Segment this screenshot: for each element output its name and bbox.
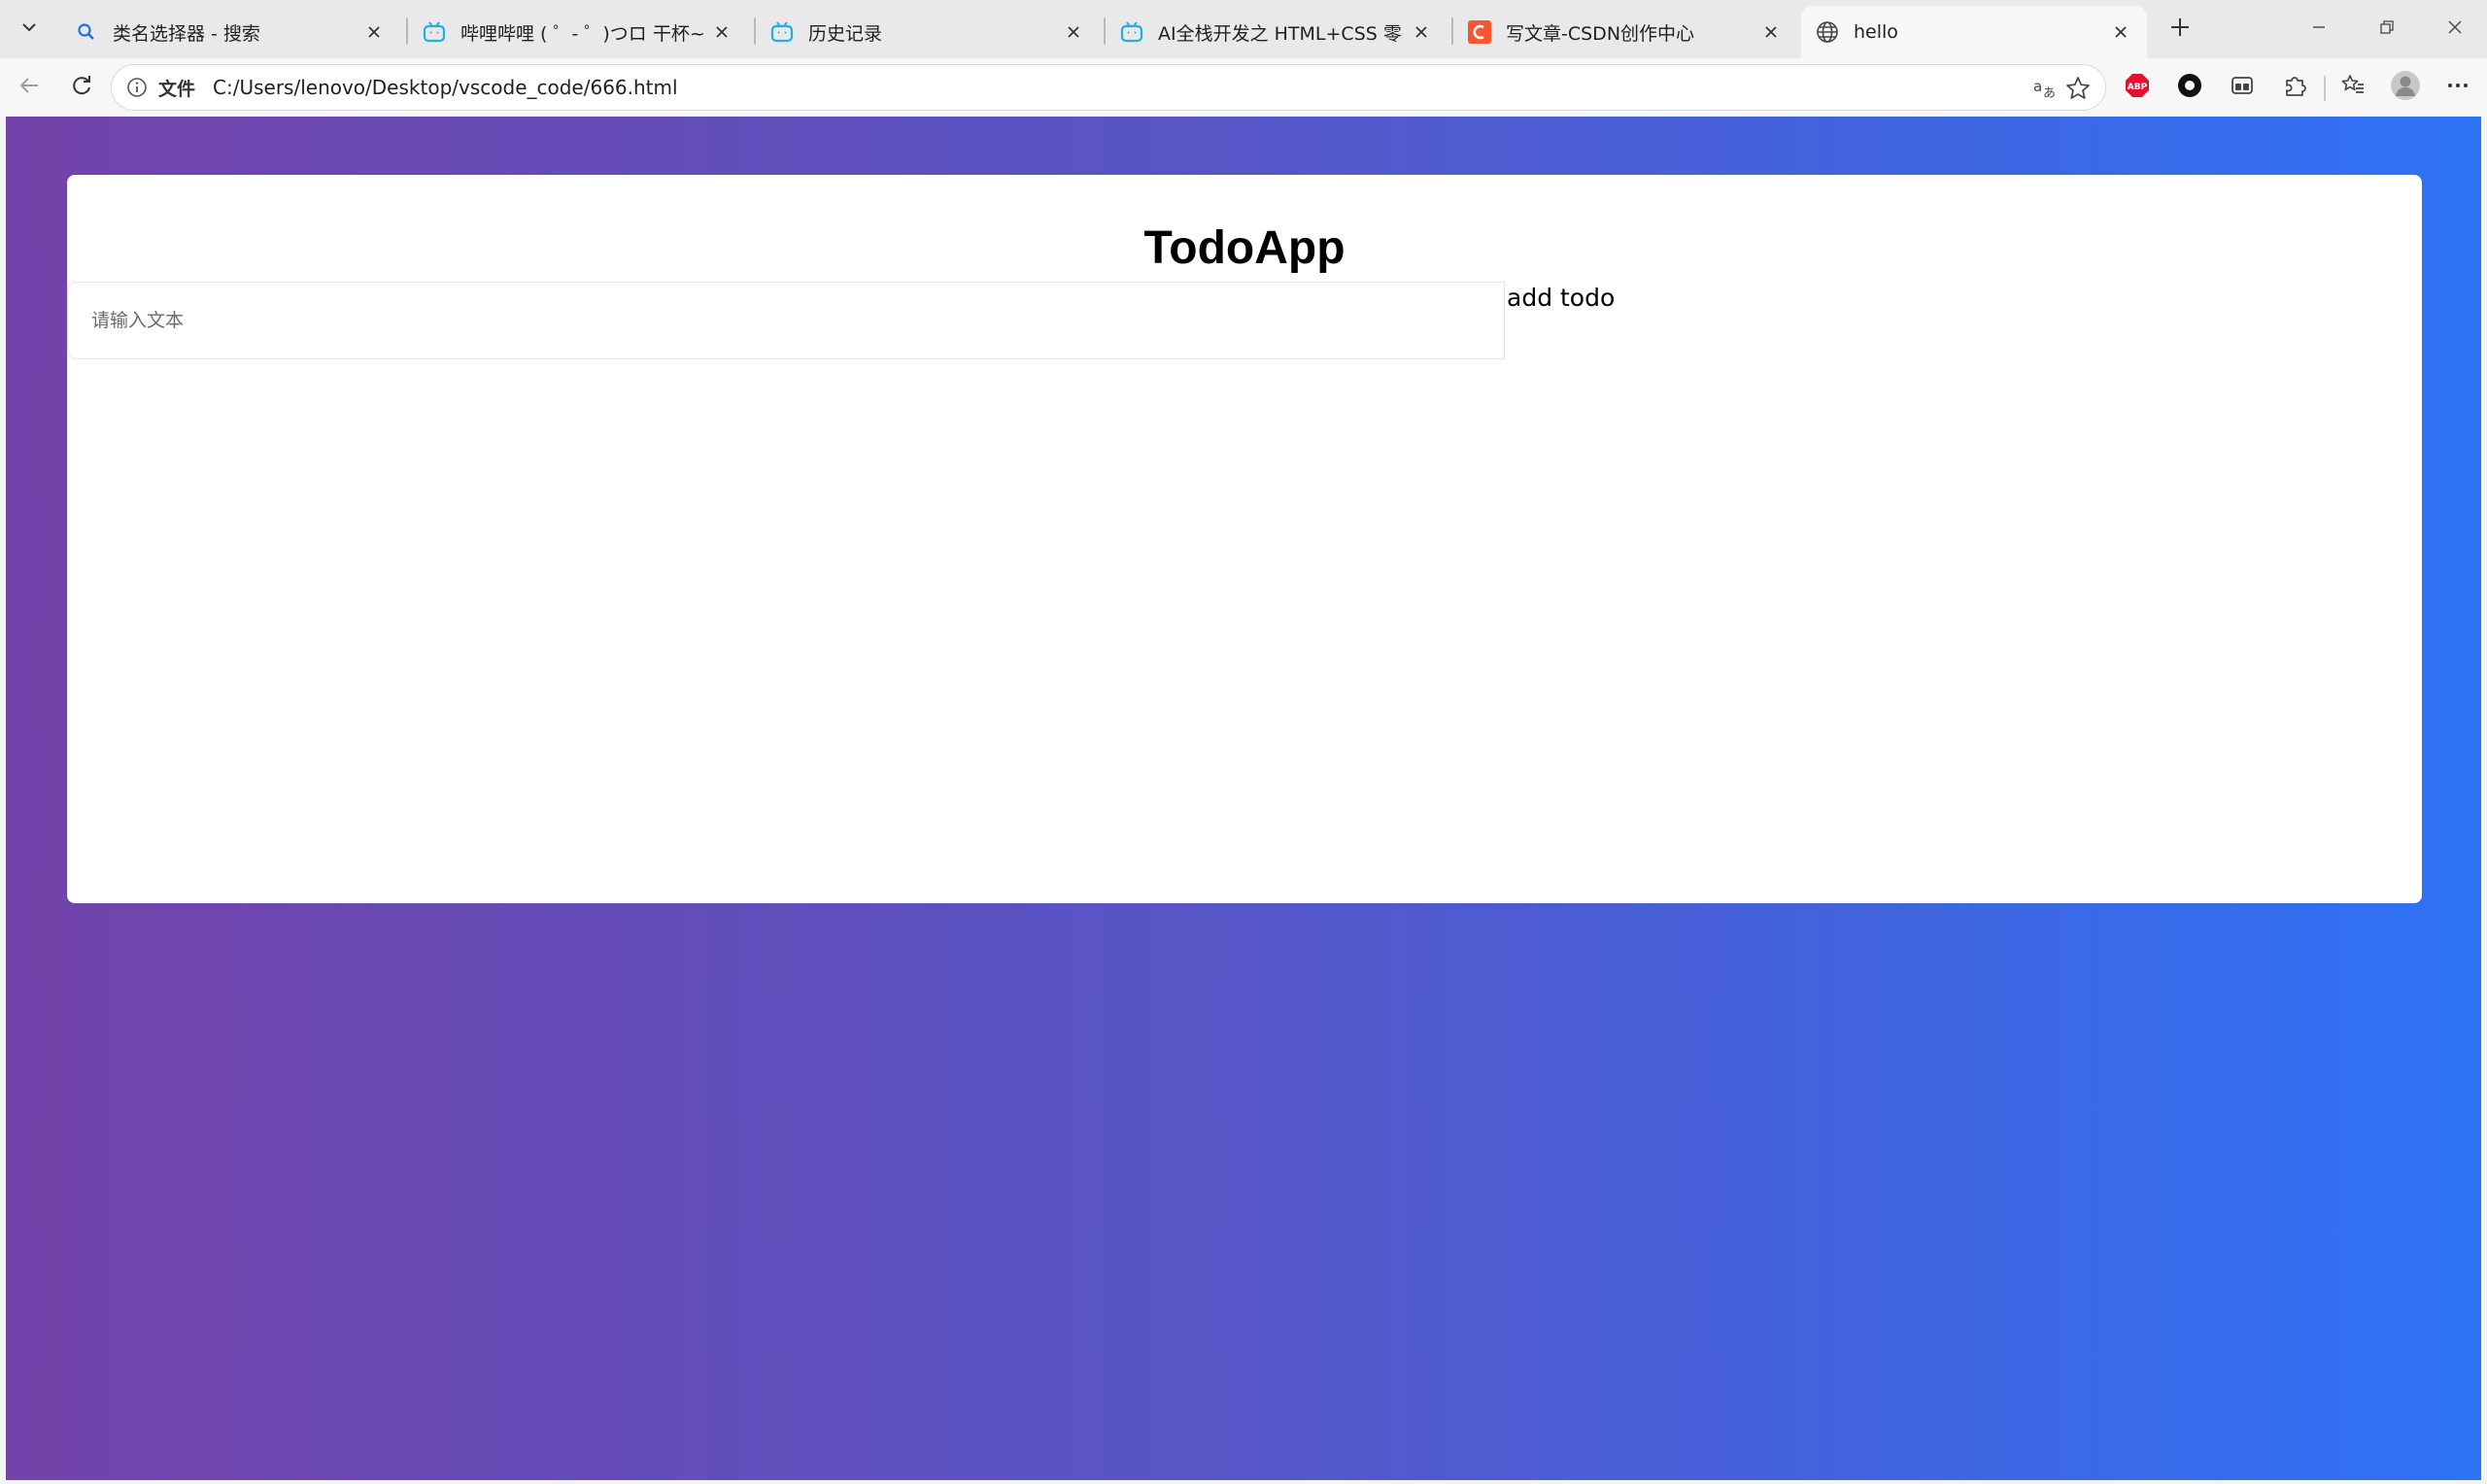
close-icon[interactable]	[361, 19, 387, 45]
browser-toolbar: 文件 C:/Users/lenovo/Desktop/vscode_code/6…	[0, 58, 2487, 117]
back-button[interactable]	[10, 68, 49, 107]
toolbar-divider	[2324, 76, 2326, 101]
url-scheme-label: 文件	[158, 78, 196, 100]
close-icon[interactable]	[1061, 19, 1086, 45]
new-tab-button[interactable]	[2161, 10, 2199, 49]
globe-icon	[1815, 19, 1840, 45]
address-bar[interactable]: 文件 C:/Users/lenovo/Desktop/vscode_code/6…	[111, 64, 2106, 111]
tab-title: AI全栈开发之 HTML+CSS 零基础入门	[1158, 22, 1403, 45]
close-icon[interactable]	[2108, 19, 2133, 45]
tab-title: hello	[1854, 21, 1898, 43]
close-icon[interactable]	[1758, 19, 1784, 45]
more-menu-button[interactable]	[2438, 68, 2477, 107]
adblock-extension-button[interactable]: ABP	[2118, 68, 2157, 107]
avatar	[2390, 70, 2421, 105]
tab-course[interactable]: AI全栈开发之 HTML+CSS 零基础入门	[1106, 6, 1448, 58]
tab-title: 哔哩哔哩 ( ゜- ゜)つロ 干杯~-bilibili	[460, 22, 703, 45]
translate-icon[interactable]: aあ	[2029, 73, 2061, 104]
csdn-icon	[1467, 19, 1492, 45]
bilibili-icon	[769, 19, 795, 45]
svg-text:あ: あ	[2043, 86, 2056, 101]
tab-title: 写文章-CSDN创作中心	[1506, 22, 1695, 45]
tab-search[interactable]: 类名选择器 - 搜索	[60, 6, 400, 58]
tab-bilibili-home[interactable]: 哔哩哔哩 ( ゜- ゜)つロ 干杯~-bilibili	[408, 6, 748, 58]
bilibili-icon	[422, 19, 447, 45]
tab-history[interactable]: 历史记录	[756, 6, 1100, 58]
search-icon	[74, 19, 99, 45]
collections-button[interactable]	[2223, 68, 2262, 107]
info-icon[interactable]	[123, 74, 151, 101]
restore-button[interactable]	[2353, 8, 2421, 51]
favorites-button[interactable]	[2334, 68, 2372, 107]
favorites-list-icon	[2339, 72, 2367, 103]
extensions-button[interactable]	[2275, 68, 2314, 107]
chevron-down-icon	[19, 17, 39, 41]
more-horizontal-icon	[2445, 73, 2470, 102]
tab-hello[interactable]: hello	[1801, 6, 2147, 58]
close-window-button[interactable]	[2421, 8, 2487, 51]
todo-input[interactable]	[67, 282, 1505, 359]
minimize-icon	[2310, 18, 2328, 40]
todo-card: TodoApp add todo	[67, 175, 2422, 903]
favorite-star-icon[interactable]	[2062, 73, 2094, 104]
tab-actions-button[interactable]	[10, 10, 49, 49]
record-extension-button[interactable]	[2170, 68, 2209, 107]
reload-button[interactable]	[62, 68, 101, 107]
adblock-icon: ABP	[2124, 72, 2151, 103]
url-text[interactable]: C:/Users/lenovo/Desktop/vscode_code/666.…	[213, 76, 678, 99]
plus-icon	[2168, 16, 2192, 43]
arrow-left-icon	[17, 73, 42, 102]
close-icon	[2446, 18, 2464, 40]
tab-title: 类名选择器 - 搜索	[113, 22, 260, 45]
adblock-label: ABP	[2128, 83, 2148, 92]
close-icon[interactable]	[709, 19, 734, 45]
add-todo-button[interactable]: add todo	[1507, 284, 1615, 312]
collections-icon	[2229, 72, 2256, 103]
tab-strip: 类名选择器 - 搜索 哔哩哔哩 ( ゜- ゜)つロ 干杯~-bilibili 历…	[0, 0, 2487, 58]
record-icon	[2176, 72, 2203, 103]
puzzle-icon	[2281, 72, 2308, 103]
bilibili-icon	[1119, 19, 1144, 45]
page-viewport: TodoApp add todo	[6, 117, 2481, 1480]
profile-button[interactable]	[2386, 68, 2425, 107]
tab-title: 历史记录	[808, 22, 883, 45]
tab-csdn[interactable]: 写文章-CSDN创作中心	[1453, 6, 1797, 58]
page-title: TodoApp	[1143, 222, 1346, 274]
svg-text:a: a	[2033, 78, 2042, 95]
reload-icon	[69, 73, 94, 102]
restore-icon	[2378, 18, 2396, 40]
close-icon[interactable]	[1409, 19, 1434, 45]
minimize-button[interactable]	[2285, 8, 2353, 51]
